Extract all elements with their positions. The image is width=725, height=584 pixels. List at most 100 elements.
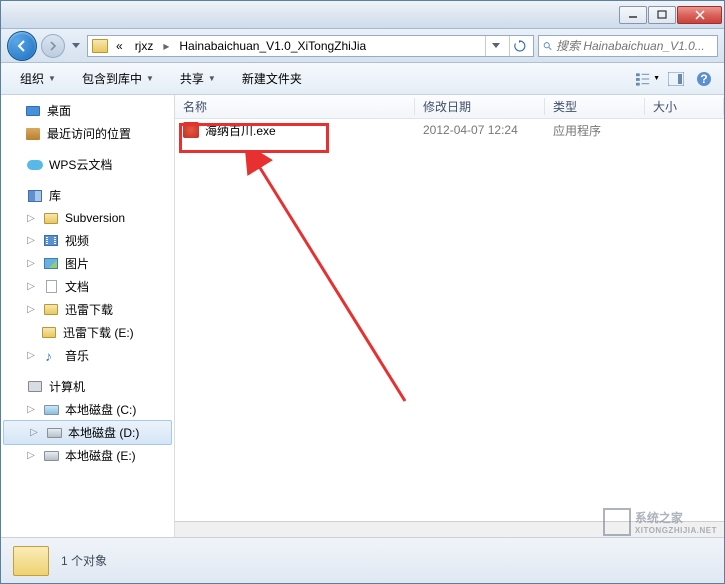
expand-icon[interactable]: ▷	[25, 213, 37, 224]
computer-icon	[28, 381, 42, 392]
include-label: 包含到库中	[82, 70, 142, 87]
sidebar-label: WPS云文档	[49, 156, 112, 173]
expand-icon[interactable]: ▷	[25, 281, 37, 292]
svg-text:?: ?	[700, 72, 707, 86]
share-label: 共享	[180, 70, 204, 87]
file-list[interactable]: 海纳百川.exe 2012-04-07 12:24 应用程序	[175, 119, 724, 521]
nav-back-button[interactable]	[7, 31, 37, 61]
sidebar-item-desktop[interactable]: 桌面	[1, 99, 174, 122]
sidebar-item-disk-d[interactable]: ▷ 本地磁盘 (D:)	[3, 420, 172, 445]
sidebar-item-music[interactable]: ▷ ♪ 音乐	[1, 344, 174, 367]
folder-icon	[44, 213, 58, 224]
sidebar-label: 本地磁盘 (C:)	[65, 401, 136, 418]
sidebar-item-computer[interactable]: 计算机	[1, 375, 174, 398]
organize-button[interactable]: 组织▼	[9, 65, 67, 92]
sidebar-item-documents[interactable]: ▷ 文档	[1, 275, 174, 298]
navbar: « rjxz ▸ Hainabaichuan_V1.0_XiTongZhiJia	[1, 29, 724, 63]
file-row[interactable]: 海纳百川.exe 2012-04-07 12:24 应用程序	[175, 119, 724, 141]
sidebar-label: 迅雷下载	[65, 301, 113, 318]
sidebar-item-xunlei[interactable]: ▷ 迅雷下载	[1, 298, 174, 321]
main-pane: 名称 修改日期 类型 大小 海纳百川.exe 2012-04-07 12:24 …	[175, 95, 724, 537]
sidebar-item-xunlei-e[interactable]: 迅雷下载 (E:)	[1, 321, 174, 344]
search-icon	[543, 40, 552, 52]
sidebar-label: 图片	[65, 255, 89, 272]
file-name: 海纳百川.exe	[205, 122, 276, 139]
column-name[interactable]: 名称	[175, 98, 415, 115]
sidebar-label: 音乐	[65, 347, 89, 364]
help-button[interactable]: ?	[692, 67, 716, 91]
column-type[interactable]: 类型	[545, 98, 645, 115]
sidebar[interactable]: 桌面 最近访问的位置 WPS云文档 库 ▷Subversion ▷视频 ▷图片 …	[1, 95, 175, 537]
explorer-window: « rjxz ▸ Hainabaichuan_V1.0_XiTongZhiJia…	[0, 0, 725, 584]
folder-icon	[44, 304, 58, 315]
nav-history-dropdown[interactable]	[69, 36, 83, 56]
sidebar-item-video[interactable]: ▷ 视频	[1, 229, 174, 252]
sidebar-label: 本地磁盘 (E:)	[65, 447, 136, 464]
horizontal-scrollbar[interactable]	[175, 521, 724, 537]
toolbar: 组织▼ 包含到库中▼ 共享▼ 新建文件夹 ▼ ?	[1, 63, 724, 95]
addressbar[interactable]: « rjxz ▸ Hainabaichuan_V1.0_XiTongZhiJia	[87, 35, 534, 57]
expand-icon[interactable]: ▷	[25, 350, 37, 361]
sidebar-label: 迅雷下载 (E:)	[63, 324, 134, 341]
breadcrumb-parent[interactable]: rjxz	[131, 39, 158, 53]
sidebar-label: 文档	[65, 278, 89, 295]
places-icon	[26, 128, 40, 140]
maximize-button[interactable]	[648, 6, 676, 24]
breadcrumb-current[interactable]: Hainabaichuan_V1.0_XiTongZhiJia	[175, 39, 370, 53]
file-type: 应用程序	[545, 122, 645, 139]
breadcrumb-ellipsis[interactable]: «	[112, 39, 127, 53]
refresh-button[interactable]	[509, 36, 529, 56]
desktop-icon	[26, 106, 40, 116]
sidebar-item-library[interactable]: 库	[1, 184, 174, 207]
sidebar-label: 视频	[65, 232, 89, 249]
status-text: 1 个对象	[61, 552, 107, 569]
chevron-right-icon[interactable]: ▸	[161, 39, 171, 53]
folder-icon	[92, 39, 108, 53]
new-folder-button[interactable]: 新建文件夹	[231, 65, 313, 92]
close-button[interactable]	[677, 6, 722, 24]
organize-label: 组织	[20, 70, 44, 87]
drive-icon	[44, 451, 59, 461]
sidebar-item-disk-e[interactable]: ▷ 本地磁盘 (E:)	[1, 444, 174, 467]
sidebar-item-pictures[interactable]: ▷ 图片	[1, 252, 174, 275]
sidebar-item-wps[interactable]: WPS云文档	[1, 153, 174, 176]
expand-icon[interactable]: ▷	[25, 450, 37, 461]
picture-icon	[44, 258, 58, 269]
sidebar-label: 库	[49, 187, 61, 204]
minimize-button[interactable]	[619, 6, 647, 24]
expand-icon[interactable]: ▷	[28, 427, 40, 438]
search-input[interactable]	[556, 39, 713, 53]
searchbox[interactable]	[538, 35, 718, 57]
sidebar-label: 最近访问的位置	[47, 125, 131, 142]
sidebar-item-recent[interactable]: 最近访问的位置	[1, 122, 174, 145]
drive-icon	[47, 428, 62, 438]
expand-icon[interactable]: ▷	[25, 304, 37, 315]
sidebar-label: 本地磁盘 (D:)	[68, 424, 139, 441]
address-dropdown[interactable]	[485, 36, 505, 56]
library-icon	[28, 190, 42, 202]
sidebar-label: Subversion	[65, 211, 125, 225]
preview-pane-button[interactable]	[664, 67, 688, 91]
expand-icon[interactable]: ▷	[25, 235, 37, 246]
column-date[interactable]: 修改日期	[415, 98, 545, 115]
drive-icon	[44, 405, 59, 415]
newfolder-label: 新建文件夹	[242, 70, 302, 87]
sidebar-label: 桌面	[47, 102, 71, 119]
share-button[interactable]: 共享▼	[169, 65, 227, 92]
sidebar-item-disk-c[interactable]: ▷ 本地磁盘 (C:)	[1, 398, 174, 421]
content-area: 桌面 最近访问的位置 WPS云文档 库 ▷Subversion ▷视频 ▷图片 …	[1, 95, 724, 537]
column-size[interactable]: 大小	[645, 98, 724, 115]
view-options-button[interactable]: ▼	[636, 67, 660, 91]
expand-icon[interactable]: ▷	[25, 258, 37, 269]
music-icon: ♪	[45, 350, 57, 362]
folder-icon	[13, 546, 49, 576]
expand-icon[interactable]: ▷	[25, 404, 37, 415]
video-icon	[44, 235, 58, 246]
nav-forward-button[interactable]	[41, 34, 65, 58]
document-icon	[46, 280, 57, 293]
titlebar[interactable]	[1, 1, 724, 29]
cloud-icon	[27, 160, 43, 170]
folder-icon	[42, 327, 56, 338]
sidebar-item-subversion[interactable]: ▷ Subversion	[1, 207, 174, 229]
include-in-library-button[interactable]: 包含到库中▼	[71, 65, 165, 92]
